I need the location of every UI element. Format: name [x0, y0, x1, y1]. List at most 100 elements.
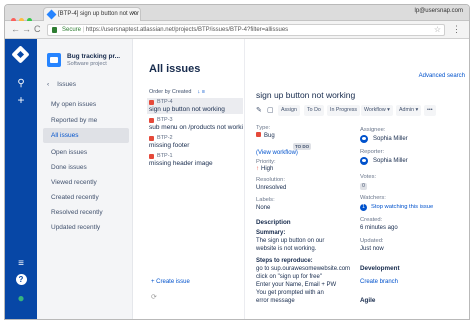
- browser-tab[interactable]: [BTP-4] sign up button not wor ×: [43, 7, 141, 21]
- steps-line: click on "sign up for free": [256, 274, 322, 280]
- assignee-avatar: [360, 135, 368, 143]
- back-arrow-icon[interactable]: ←: [11, 24, 20, 35]
- create-branch-link[interactable]: Create branch: [360, 279, 398, 285]
- in-progress-button[interactable]: In Progress: [327, 105, 361, 116]
- advanced-search-link[interactable]: Advanced search: [419, 73, 465, 79]
- url-input[interactable]: Secure | https://usersnaptest.atlassian.…: [47, 24, 445, 36]
- jira-logo-icon[interactable]: [11, 45, 30, 64]
- priority-high-icon: ↑: [256, 166, 259, 172]
- labels-label: Labels:: [256, 197, 275, 203]
- tab-title: [BTP-4] sign up button not wor: [58, 11, 140, 17]
- steps-line: Enter your Name, Email + PW: [256, 282, 337, 288]
- more-actions-button[interactable]: •••: [424, 105, 436, 116]
- assignee-label: Assignee:: [360, 127, 386, 133]
- back-to-issues-link[interactable]: ‹ Issues: [47, 81, 76, 88]
- issue-summary: sub menu on /products not working: [149, 124, 243, 131]
- url-text: https://usersnaptest.atlassian.net/proje…: [85, 27, 289, 33]
- project-avatar-icon[interactable]: [47, 53, 61, 67]
- watchers-count[interactable]: 1: [360, 204, 367, 211]
- issue-list-item[interactable]: BTP-2 missing footer: [147, 134, 243, 150]
- description-heading: Description: [256, 219, 291, 226]
- search-icon[interactable]: ⚲: [13, 77, 29, 91]
- nav-all-issues[interactable]: All issues: [43, 128, 129, 143]
- admin-dropdown[interactable]: Admin ▾: [396, 105, 422, 116]
- nav-viewed-recently[interactable]: Viewed recently: [51, 179, 97, 186]
- view-workflow-link[interactable]: (View workflow): [256, 150, 298, 156]
- priority-label: Priority:: [256, 159, 276, 165]
- issue-summary: missing header image: [149, 160, 213, 167]
- description-line: Summary:: [256, 230, 286, 236]
- stop-watching-link[interactable]: Stop watching this issue: [371, 204, 433, 210]
- reload-icon[interactable]: C: [34, 24, 41, 35]
- sort-icon[interactable]: ↓ ≡: [198, 89, 206, 95]
- updated-value: Just now: [360, 246, 384, 252]
- votes-count[interactable]: 0: [360, 183, 367, 190]
- steps-line: You get prompted with an: [256, 290, 324, 296]
- issue-list-item[interactable]: BTP-3 sub menu on /products not working: [147, 116, 243, 132]
- workflow-dropdown[interactable]: Workflow ▾: [361, 105, 393, 116]
- edit-icon[interactable]: ✎: [256, 105, 262, 116]
- nav-done-issues[interactable]: Done issues: [51, 164, 87, 171]
- votes-label: Votes:: [360, 174, 377, 180]
- created-label: Created:: [360, 217, 383, 223]
- nav-resolved-recently[interactable]: Resolved recently: [51, 209, 103, 216]
- steps-heading: Steps to reproduce:: [256, 258, 313, 264]
- project-name[interactable]: Bug tracking pr...: [67, 53, 129, 60]
- steps-line: error message: [256, 298, 295, 304]
- issue-key: BTP-1: [157, 153, 173, 159]
- bookmark-star-icon[interactable]: ☆: [434, 25, 441, 35]
- resolution-value: Unresolved: [256, 185, 287, 191]
- nav-created-recently[interactable]: Created recently: [51, 194, 99, 201]
- type-value: Bug: [256, 132, 275, 139]
- description-line: The sign up button on our: [256, 238, 325, 244]
- create-plus-icon[interactable]: +: [13, 93, 29, 107]
- comment-icon[interactable]: ▢: [267, 105, 274, 116]
- browser-tab-bar: [BTP-4] sign up button not wor × lp@user…: [5, 5, 469, 23]
- created-value: 6 minutes ago: [360, 225, 398, 231]
- watchers-label: Watchers:: [360, 195, 386, 201]
- issue-summary: missing footer: [149, 142, 190, 149]
- bug-icon: [149, 154, 154, 159]
- todo-button[interactable]: To Do: [304, 105, 324, 116]
- nav-reported-by-me[interactable]: Reported by me: [51, 117, 97, 124]
- issue-list-item[interactable]: BTP-4 sign up button not working: [147, 98, 243, 114]
- project-type: Software project: [67, 61, 107, 67]
- help-icon[interactable]: ?: [13, 273, 29, 287]
- issue-list-panel: All issues Order by Created ↓ ≡ BTP-4 sig…: [133, 39, 245, 319]
- bug-icon: [256, 132, 261, 137]
- resolution-label: Resolution:: [256, 177, 286, 183]
- issue-list-item[interactable]: BTP-1 missing header image: [147, 152, 243, 168]
- reporter-label: Reporter:: [360, 149, 385, 155]
- issue-key: BTP-2: [157, 135, 173, 141]
- issue-summary: sign up button not working: [149, 106, 225, 113]
- labels-value[interactable]: None: [256, 205, 270, 211]
- order-by-label: Order by Created: [149, 89, 192, 95]
- steps-line: go to sup.ourawesomewebsite.com: [256, 266, 351, 272]
- jira-favicon-icon: [46, 9, 57, 20]
- agile-heading: Agile: [360, 297, 376, 304]
- nav-updated-recently[interactable]: Updated recently: [51, 224, 100, 231]
- browser-window: [BTP-4] sign up button not wor × lp@user…: [4, 4, 470, 320]
- profile-avatar-icon[interactable]: ●: [13, 291, 29, 305]
- issue-title: sign up button not working: [256, 90, 356, 100]
- app-switcher-icon[interactable]: ≡: [13, 257, 29, 271]
- forward-arrow-icon[interactable]: →: [22, 24, 31, 35]
- reporter-value[interactable]: Sophia Miller: [373, 158, 408, 164]
- priority-value: ↑ High: [256, 166, 274, 172]
- address-bar-row: ← → C Secure | https://usersnaptest.atla…: [5, 21, 469, 39]
- assign-button[interactable]: Assign: [278, 105, 300, 116]
- tab-close-icon[interactable]: ×: [132, 8, 136, 20]
- assignee-value[interactable]: Sophia Miller: [373, 136, 408, 142]
- description-line: website is not working.: [256, 246, 317, 252]
- issue-detail-panel: Advanced search sign up button not worki…: [245, 39, 469, 319]
- issue-key: BTP-3: [157, 117, 173, 123]
- bug-icon: [149, 136, 154, 141]
- nav-open-issues[interactable]: Open issues: [51, 149, 87, 156]
- browser-profile[interactable]: lp@usersnap.com: [415, 8, 463, 14]
- status-badge[interactable]: TO DO: [293, 143, 312, 150]
- nav-my-open-issues[interactable]: My open issues: [51, 101, 96, 108]
- create-issue-link[interactable]: + Create issue: [151, 279, 190, 285]
- browser-menu-icon[interactable]: ⋮: [452, 24, 461, 35]
- order-by-dropdown[interactable]: Order by Created ↓ ≡: [149, 89, 205, 95]
- loading-spinner-icon: ⟳: [151, 294, 157, 301]
